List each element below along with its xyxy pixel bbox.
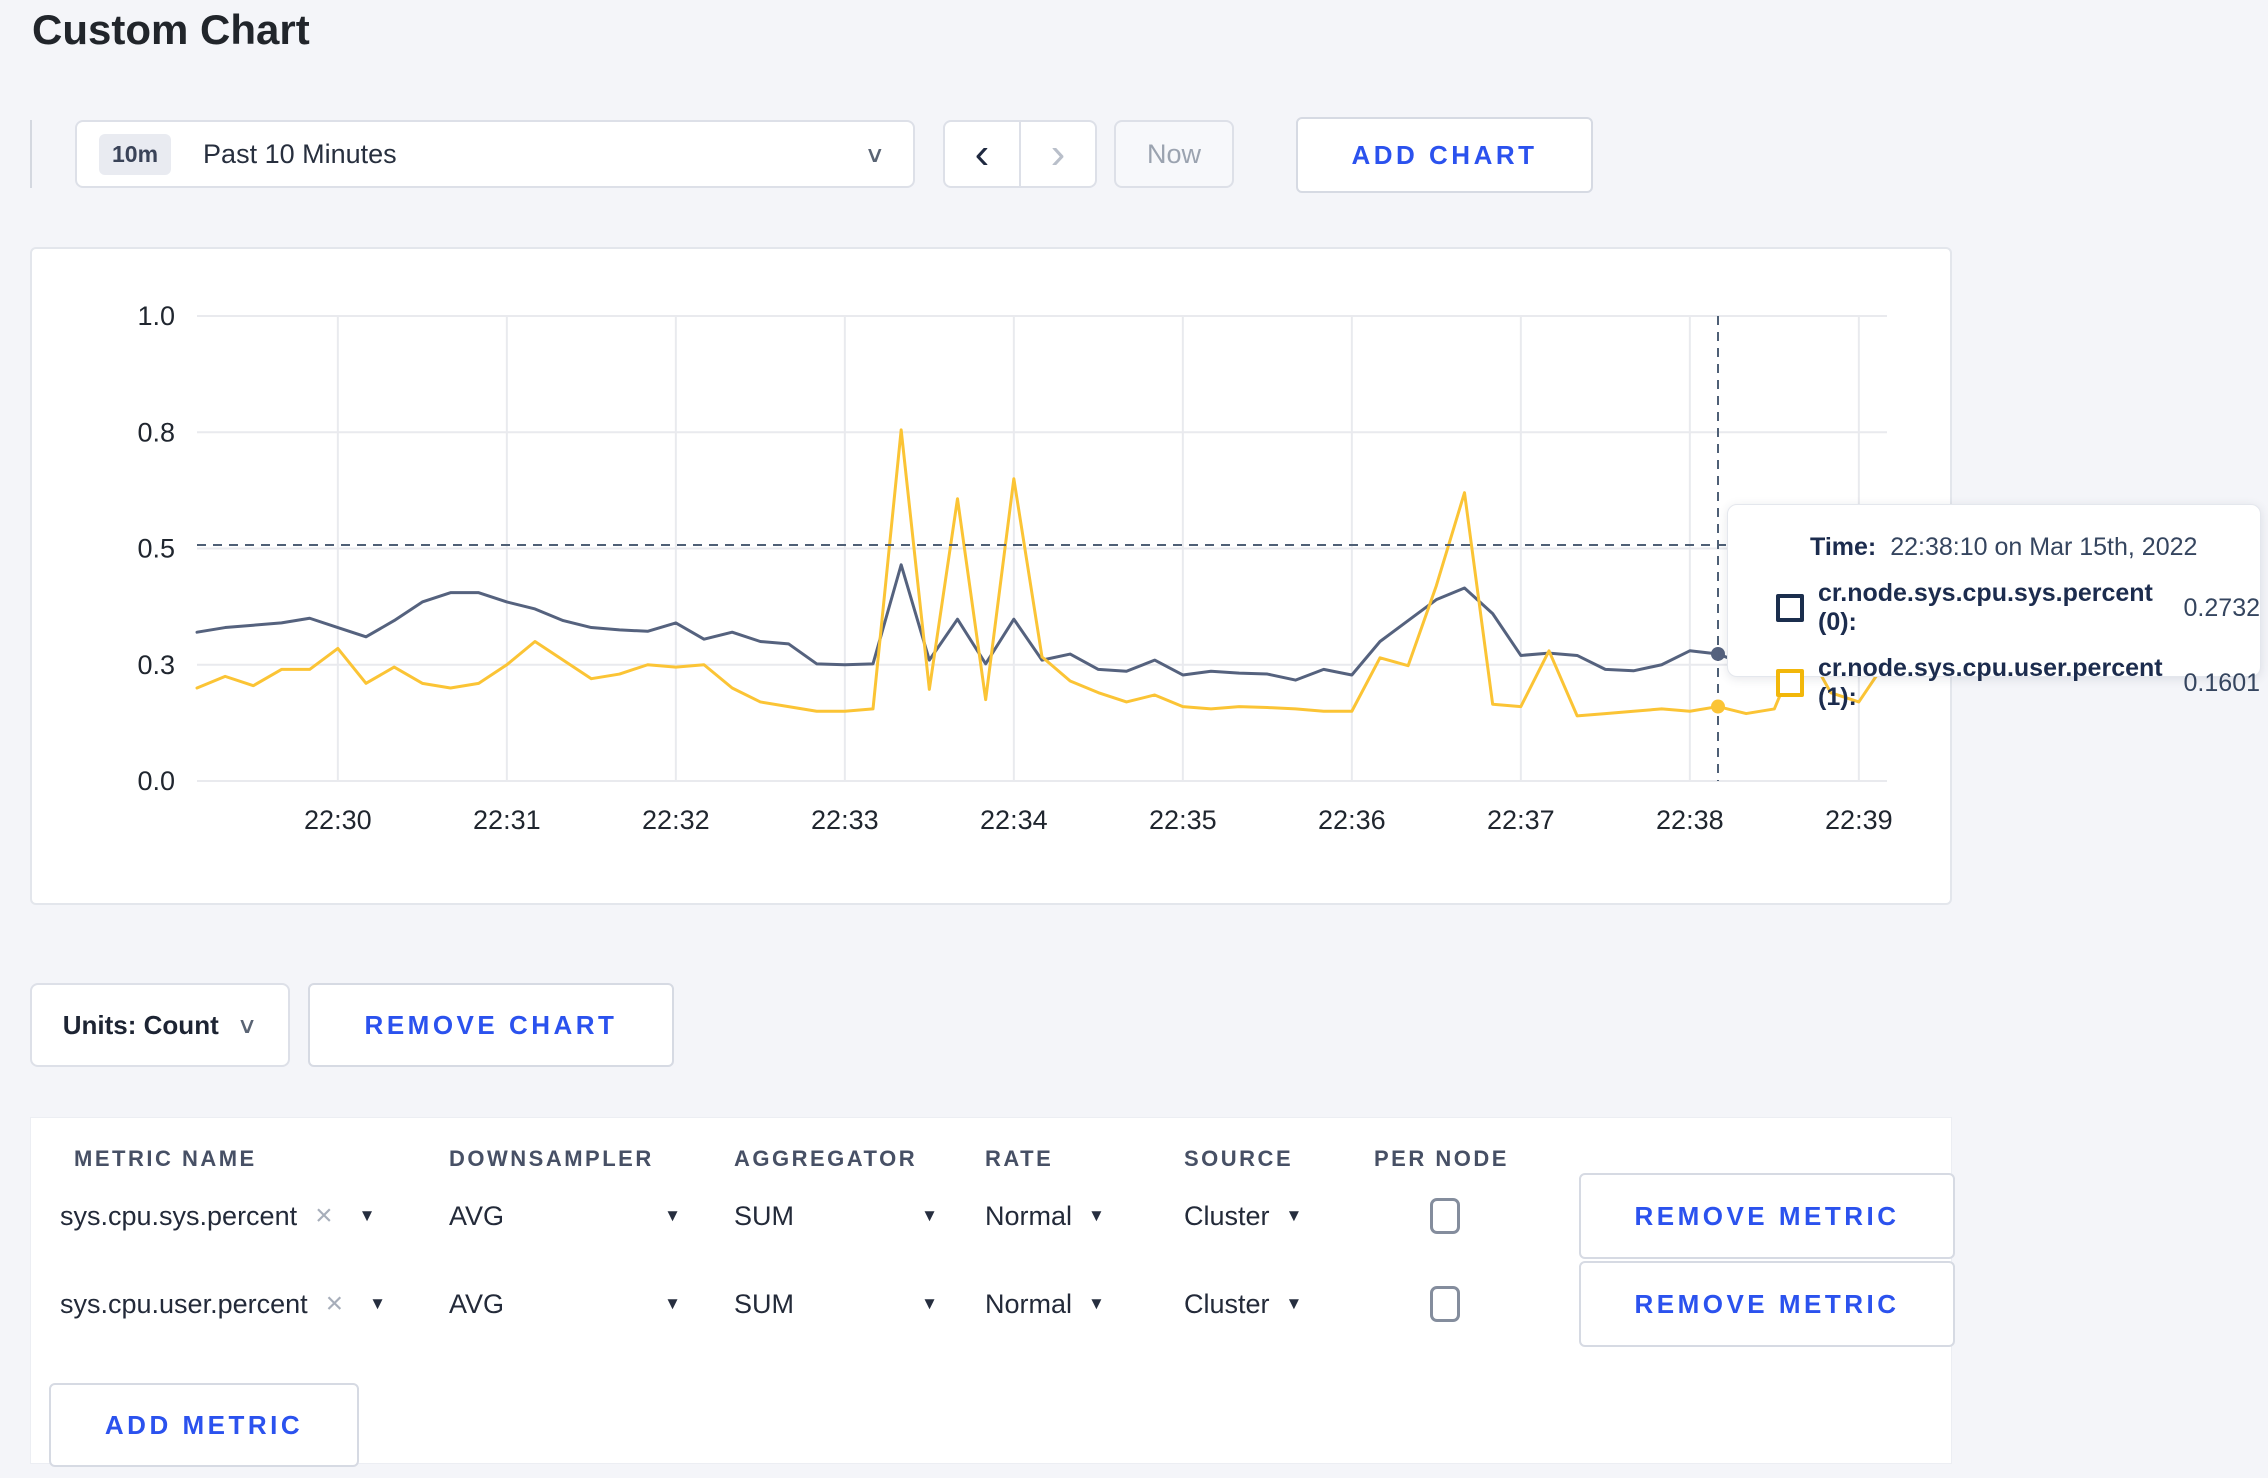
x-axis-tick-label: 22:37 — [1487, 805, 1555, 835]
chart-hover-tooltip: Time: 22:38:10 on Mar 15th, 2022 cr.node… — [1727, 504, 2261, 711]
chevron-down-icon: ∨ — [236, 1012, 258, 1038]
x-axis-tick-label: 22:31 — [473, 805, 541, 835]
remove-metric-button[interactable]: REMOVE METRIC — [1579, 1261, 1955, 1347]
tooltip-sys-value: 0.2732 — [2183, 593, 2260, 622]
dropdown-caret-icon: ▼ — [921, 1294, 938, 1313]
tooltip-time-label: Time: — [1810, 533, 1877, 561]
x-axis-tick-label: 22:32 — [642, 805, 710, 835]
y-axis-tick-label: 0.8 — [137, 417, 175, 447]
prev-range-button[interactable]: ‹ — [945, 122, 1021, 186]
x-axis-tick-label: 22:39 — [1825, 805, 1893, 835]
source-dropdown[interactable]: Cluster ▼ — [1184, 1289, 1374, 1320]
clear-metric-icon[interactable]: × — [315, 1199, 333, 1233]
dropdown-caret-icon: ▼ — [921, 1206, 938, 1225]
per-node-checkbox[interactable] — [1430, 1198, 1460, 1234]
tooltip-series-row: cr.node.sys.cpu.sys.percent (0): 0.2732 — [1776, 579, 2260, 637]
dropdown-caret-icon: ▼ — [1088, 1294, 1105, 1313]
rate-dropdown[interactable]: Normal ▼ — [985, 1201, 1184, 1232]
time-range-badge: 10m — [99, 133, 172, 175]
col-header-per-node: PER NODE — [1374, 1146, 1509, 1171]
aggregator-dropdown[interactable]: SUM ▼ — [734, 1289, 985, 1320]
time-range-select[interactable]: 10m Past 10 Minutes ∨ — [75, 120, 915, 188]
sys-hover-point — [1711, 646, 1725, 661]
dropdown-caret-icon: ▼ — [358, 1206, 376, 1225]
custom-chart-page: Custom Chart 10m Past 10 Minutes ∨ ‹ › N… — [0, 0, 2268, 1478]
downsampler-dropdown[interactable]: AVG ▼ — [449, 1201, 734, 1232]
chevron-right-icon: › — [1050, 129, 1066, 178]
add-metric-button[interactable]: ADD METRIC — [49, 1383, 359, 1467]
tooltip-time-row: Time: 22:38:10 on Mar 15th, 2022 — [1810, 533, 2260, 562]
remove-metric-button[interactable]: REMOVE METRIC — [1579, 1173, 1955, 1259]
dropdown-caret-icon: ▼ — [664, 1206, 681, 1225]
metric-name-dropdown[interactable]: sys.cpu.sys.percent × ▼ — [60, 1199, 449, 1233]
x-axis-tick-label: 22:35 — [1149, 805, 1217, 835]
x-axis-tick-label: 22:38 — [1656, 805, 1724, 835]
col-header-source: SOURCE — [1184, 1146, 1294, 1171]
col-header-metric-name: METRIC NAME — [74, 1146, 257, 1171]
dropdown-caret-icon: ▼ — [1285, 1206, 1303, 1225]
y-axis-tick-label: 0.3 — [137, 650, 175, 680]
next-range-button[interactable]: › — [1021, 122, 1095, 186]
user-percent-line — [195, 428, 1889, 718]
tooltip-time-value: 22:38:10 on Mar 15th, 2022 — [1890, 533, 2198, 561]
time-pager: ‹ › — [943, 120, 1097, 188]
aggregator-dropdown[interactable]: SUM ▼ — [734, 1201, 985, 1232]
tooltip-sys-label: cr.node.sys.cpu.sys.percent (0): — [1818, 579, 2153, 636]
chart-card: 0.0 0.3 0.5 0.8 1.0 22:30 22:31 22:32 22:33 22:34… — [30, 247, 1952, 905]
metric-row: sys.cpu.user.percent × ▼ AVG ▼ SUM ▼ Norma… — [31, 1260, 1955, 1348]
metrics-table: METRIC NAME DOWNSAMPLER AGGREGATOR RATE … — [30, 1117, 1955, 1467]
clear-metric-icon[interactable]: × — [326, 1287, 344, 1321]
metrics-table-header: METRIC NAME DOWNSAMPLER AGGREGATOR RATE … — [31, 1146, 1951, 1172]
user-hover-point — [1711, 699, 1725, 714]
source-dropdown[interactable]: Cluster ▼ — [1184, 1201, 1374, 1232]
tooltip-user-label: cr.node.sys.cpu.user.percent (1): — [1818, 654, 2163, 711]
col-header-aggregator: AGGREGATOR — [734, 1146, 918, 1171]
sys-series-swatch-icon — [1776, 594, 1804, 622]
dropdown-caret-icon: ▼ — [1088, 1206, 1105, 1225]
y-axis-tick-label: 0.0 — [137, 766, 175, 796]
dropdown-caret-icon: ▼ — [1285, 1294, 1303, 1313]
x-axis-tick-label: 22:36 — [1318, 805, 1386, 835]
tooltip-series-row: cr.node.sys.cpu.user.percent (1): 0.1601 — [1776, 654, 2260, 712]
downsampler-dropdown[interactable]: AVG ▼ — [449, 1289, 734, 1320]
x-axis-tick-label: 22:34 — [980, 805, 1048, 835]
time-range-label: Past 10 Minutes — [203, 138, 397, 169]
x-axis-tick-label: 22:30 — [304, 805, 372, 835]
user-series-swatch-icon — [1776, 669, 1804, 697]
units-select[interactable]: Units: Count ∨ — [30, 983, 290, 1067]
metric-name-dropdown[interactable]: sys.cpu.user.percent × ▼ — [60, 1287, 449, 1321]
chevron-left-icon: ‹ — [974, 129, 990, 178]
sys-percent-line — [195, 563, 1889, 682]
chart-canvas[interactable]: 0.0 0.3 0.5 0.8 1.0 22:30 22:31 22:32 22:33 22:34… — [32, 249, 1952, 903]
chevron-down-icon: ∨ — [864, 141, 886, 167]
rate-dropdown[interactable]: Normal ▼ — [985, 1289, 1184, 1320]
col-header-downsampler: DOWNSAMPLER — [449, 1146, 654, 1171]
remove-chart-button[interactable]: REMOVE CHART — [308, 983, 674, 1067]
metric-row: sys.cpu.sys.percent × ▼ AVG ▼ SUM ▼ Normal… — [31, 1172, 1955, 1260]
y-axis-tick-label: 1.0 — [137, 301, 175, 331]
col-header-rate: RATE — [985, 1146, 1054, 1171]
add-chart-button[interactable]: ADD CHART — [1296, 117, 1593, 193]
x-axis-tick-label: 22:33 — [811, 805, 879, 835]
per-node-checkbox[interactable] — [1430, 1286, 1460, 1322]
tooltip-user-value: 0.1601 — [2183, 668, 2260, 697]
toolbar-divider — [30, 120, 32, 188]
page-title: Custom Chart — [32, 6, 310, 53]
now-button[interactable]: Now — [1114, 120, 1234, 188]
dropdown-caret-icon: ▼ — [664, 1294, 681, 1313]
y-axis-tick-label: 0.5 — [137, 534, 175, 564]
dropdown-caret-icon: ▼ — [369, 1294, 386, 1313]
